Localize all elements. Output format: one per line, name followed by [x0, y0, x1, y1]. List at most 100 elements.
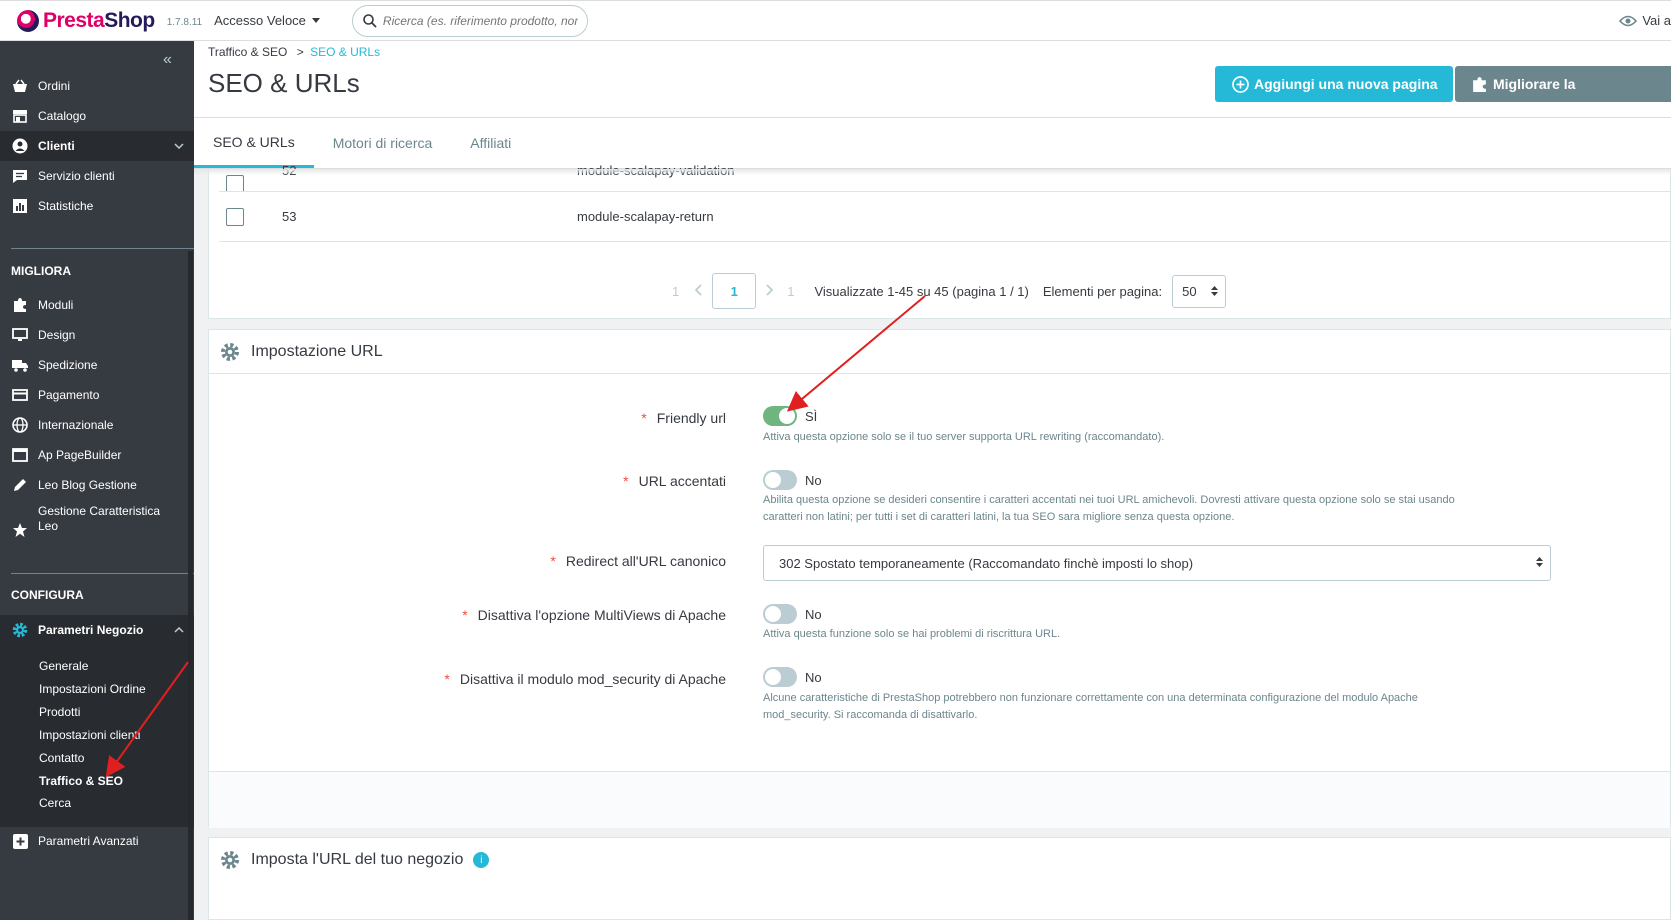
submenu-item-traffico-seo[interactable]: Traffico & SEO: [39, 774, 123, 788]
chevron-up-icon: [174, 625, 184, 636]
section-migliora: MIGLIORA: [11, 264, 71, 278]
settings-box-icon: [11, 833, 29, 849]
add-new-page-label: Aggiungi una nuova pagina: [1254, 76, 1438, 92]
collapse-sidebar-icon[interactable]: «: [163, 51, 172, 69]
friendly-url-help: Attiva questa opzione solo se il tuo ser…: [763, 431, 1165, 443]
section-configura: CONFIGURA: [11, 588, 84, 602]
friendly-url-label: * Friendly url: [641, 410, 726, 426]
view-shop-link[interactable]: Vai a: [1619, 13, 1671, 28]
page-last-link[interactable]: 1: [787, 284, 794, 299]
accented-url-help: Abilita questa opzione se desideri conse…: [763, 494, 1455, 523]
sidebar-item-ordini[interactable]: Ordini: [0, 71, 194, 101]
multiviews-state: No: [805, 607, 822, 622]
basket-icon: [11, 78, 29, 94]
submenu-item-impostazioni-ordine[interactable]: Impostazioni Ordine: [39, 682, 146, 696]
per-page-select[interactable]: 50: [1172, 274, 1227, 308]
mod-security-label: * Disattiva il modulo mod_security di Apa…: [444, 671, 726, 687]
sidebar-item-pagamento[interactable]: Pagamento: [0, 380, 194, 410]
submenu-item-cerca[interactable]: Cerca: [39, 796, 71, 810]
canonical-redirect-label: * Redirect all'URL canonico: [550, 553, 726, 569]
user-circle-icon: [11, 138, 29, 154]
mod-security-help: Alcune caratteristiche di PrestaShop pot…: [763, 692, 1418, 721]
sidebar-item-label: Statistiche: [38, 199, 94, 213]
sidebar-item-parametri-negozio[interactable]: Parametri Negozio: [0, 615, 194, 645]
sort-arrows-icon: [1536, 557, 1543, 567]
version-label: 1.7.8.11: [166, 17, 203, 28]
sidebar-item-label: Moduli: [38, 298, 74, 312]
sort-arrows-icon: [1211, 285, 1219, 296]
sidebar-item-label: Spedizione: [38, 358, 98, 372]
form-labels-column: * Friendly url * URL accentati * Redirect a…: [208, 0, 726, 920]
submenu-item-generale[interactable]: Generale: [39, 659, 88, 673]
sidebar-item-servizio-clienti[interactable]: Servizio clienti: [0, 161, 194, 191]
shop-url-card: Imposta l'URL del tuo negozio i: [208, 837, 1671, 920]
friendly-url-state: SÌ: [805, 409, 818, 424]
canonical-redirect-select[interactable]: 302 Spostato temporaneamente (Raccomanda…: [763, 545, 1551, 581]
window-icon: [11, 447, 29, 463]
info-icon[interactable]: i: [473, 852, 490, 868]
sidebar-item-label: Catalogo: [38, 109, 87, 123]
monitor-icon: [11, 327, 29, 343]
store-icon: [11, 108, 29, 124]
sidebar-item-design[interactable]: Design: [0, 320, 194, 350]
puzzle-icon: [11, 297, 29, 313]
chevron-down-icon: [174, 141, 184, 152]
accented-url-toggle[interactable]: [763, 470, 797, 490]
sidebar-item-label: Ap PageBuilder: [38, 448, 122, 462]
gear-icon: [11, 622, 29, 638]
sidebar-divider: [11, 248, 194, 249]
sidebar-item-parametri-avanzati[interactable]: Parametri Avanzati: [0, 826, 194, 856]
multiviews-help: Attiva questa funzione solo se hai probl…: [763, 628, 1061, 640]
improve-label: Migliorare la: [1493, 76, 1576, 92]
sidebar-item-ap-pagebuilder[interactable]: Ap PageBuilder: [0, 440, 194, 470]
submenu-item-prodotti[interactable]: Prodotti: [39, 705, 80, 719]
sidebar-item-catalogo[interactable]: Catalogo: [0, 101, 194, 131]
sidebar-item-label: Parametri Avanzati: [38, 834, 139, 848]
per-page-label: Elementi per pagina:: [1042, 283, 1163, 299]
sidebar-item-internazionale[interactable]: Internazionale: [0, 410, 194, 440]
prestashop-logo-icon: [17, 9, 39, 32]
gear-icon: [221, 851, 239, 869]
canonical-redirect-value: 302 Spostato temporaneamente (Raccomanda…: [779, 555, 1194, 571]
sidebar-item-label: Parametri Negozio: [38, 623, 144, 637]
sidebar-item-statistiche[interactable]: Statistiche: [0, 191, 194, 221]
submenu-item-contatto[interactable]: Contatto: [39, 751, 84, 765]
credit-card-icon: [11, 387, 29, 403]
accented-url-label: * URL accentati: [623, 473, 726, 489]
friendly-url-toggle[interactable]: [763, 406, 797, 426]
sidebar-item-clienti[interactable]: Clienti: [0, 131, 194, 161]
sidebar-item-moduli[interactable]: Moduli: [0, 290, 194, 320]
sidebar-item-label: Ordini: [38, 79, 71, 93]
star-icon: [11, 522, 29, 538]
multiviews-label: * Disattiva l'opzione MultiViews di Apach…: [462, 607, 726, 623]
submenu-item-impostazioni-clienti[interactable]: Impostazioni clienti: [39, 728, 140, 742]
chevron-right-icon[interactable]: [765, 283, 774, 299]
mod-security-state: No: [805, 670, 822, 685]
sidebar-scrollbar[interactable]: [188, 251, 193, 920]
puzzle-icon: [1473, 76, 1486, 92]
globe-icon: [11, 417, 29, 433]
view-shop-label: Vai a: [1642, 13, 1671, 28]
pencil-icon: [11, 477, 29, 493]
shop-url-title: Imposta l'URL del tuo negozio: [251, 851, 464, 868]
sidebar-item-label: Gestione Caratteristica Leo: [38, 504, 161, 533]
sidebar-item-label: Clienti: [38, 139, 75, 153]
plus-circle-icon: [1232, 75, 1249, 93]
pagination: 1 1 1 Visualizzate 1-45 su 45 (pagina 1 …: [672, 273, 1227, 309]
eye-icon: [1619, 15, 1638, 26]
sidebar-item-gestione-caratteristica[interactable]: Gestione Caratteristica Leo: [0, 504, 194, 544]
sidebar-item-label: Leo Blog Gestione: [38, 478, 137, 492]
mod-security-toggle[interactable]: [763, 667, 797, 687]
prestashop-logo[interactable]: PrestaShop: [17, 9, 155, 33]
sidebar-item-leo-blog[interactable]: Leo Blog Gestione: [0, 470, 194, 500]
sidebar-item-label: Design: [38, 328, 76, 342]
add-new-page-button[interactable]: Aggiungi una nuova pagina: [1215, 66, 1453, 102]
sidebar-item-label: Internazionale: [38, 418, 114, 432]
bar-chart-icon: [11, 198, 29, 214]
sidebar-item-spedizione[interactable]: Spedizione: [0, 350, 194, 380]
improve-button[interactable]: Migliorare la: [1455, 66, 1671, 102]
multiviews-toggle[interactable]: [763, 604, 797, 624]
per-page-value: 50: [1182, 283, 1197, 299]
chat-icon: [11, 168, 29, 184]
sidebar: « Ordini Catalogo Clienti Servizio clien…: [0, 41, 194, 920]
